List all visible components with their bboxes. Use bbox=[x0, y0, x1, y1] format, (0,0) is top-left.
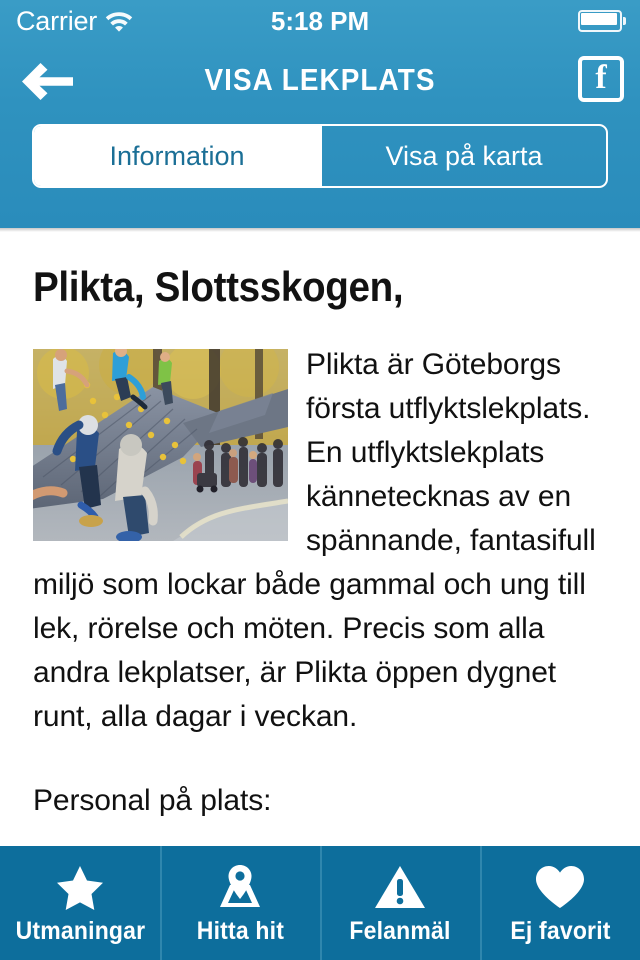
segmented-control[interactable]: Information Visa på karta bbox=[32, 124, 608, 188]
header: Carrier 5:18 PM VISA LEKPLATS f Informat… bbox=[0, 0, 640, 232]
paragraph-2: Personal på plats: bbox=[33, 784, 272, 817]
back-arrow-icon bbox=[22, 63, 73, 100]
warning-icon bbox=[374, 861, 426, 913]
back-button[interactable] bbox=[18, 54, 82, 106]
heart-icon bbox=[534, 861, 586, 913]
tab-information[interactable]: Information bbox=[34, 126, 320, 186]
battery-full-icon bbox=[578, 10, 626, 32]
tab-hitta-hit-label: Hitta hit bbox=[196, 916, 284, 945]
playground-photo bbox=[33, 349, 288, 541]
map-pin-icon bbox=[214, 861, 266, 913]
tab-hitta-hit[interactable]: Hitta hit bbox=[160, 846, 320, 960]
place-title: Plikta, Slottsskogen, bbox=[33, 263, 404, 310]
article-body: Plikta är Göteborgs första utflyktslekpl… bbox=[33, 343, 607, 823]
tab-felanmal-label: Felanmäl bbox=[349, 916, 451, 945]
clock: 5:18 PM bbox=[270, 6, 370, 36]
star-icon bbox=[56, 861, 104, 913]
page-title: VISA LEKPLATS bbox=[204, 62, 436, 97]
facebook-icon[interactable]: f bbox=[578, 56, 624, 102]
tab-visa-pa-karta-label: Visa på karta bbox=[385, 140, 543, 171]
nav-bar: VISA LEKPLATS f bbox=[0, 40, 640, 118]
tab-visa-pa-karta[interactable]: Visa på karta bbox=[320, 126, 606, 186]
tab-ej-favorit[interactable]: Ej favorit bbox=[480, 846, 640, 960]
tab-information-label: Information bbox=[109, 140, 245, 171]
bottom-tab-bar: Utmaningar Hitta hit Felanmäl Ej favorit bbox=[0, 846, 640, 960]
tab-utmaningar[interactable]: Utmaningar bbox=[0, 846, 160, 960]
content-scroll-area[interactable]: Plikta, Slottsskogen, Plikta är Göteborg… bbox=[0, 232, 640, 846]
status-bar: Carrier 5:18 PM bbox=[0, 0, 640, 40]
tab-utmaningar-label: Utmaningar bbox=[15, 916, 145, 945]
app-screen: Carrier 5:18 PM VISA LEKPLATS f Informat… bbox=[0, 0, 640, 960]
facebook-glyph: f bbox=[595, 59, 607, 96]
tab-felanmal[interactable]: Felanmäl bbox=[320, 846, 480, 960]
tab-ej-favorit-label: Ej favorit bbox=[509, 916, 611, 945]
